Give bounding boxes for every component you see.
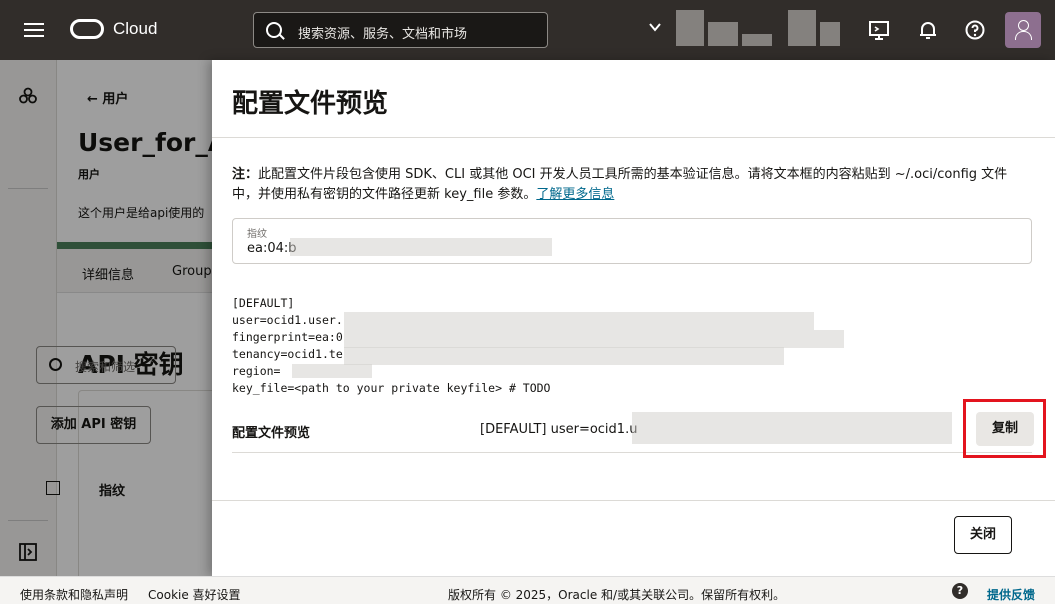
code-line: [DEFAULT] — [232, 296, 295, 310]
page-footer: 使用条款和隐私声明 Cookie 喜好设置 版权所有 © 2025，Oracle… — [0, 576, 1055, 604]
redacted-region — [788, 10, 816, 46]
highlight-box — [963, 399, 1046, 458]
brand-name: Cloud — [113, 19, 158, 38]
user-avatar[interactable] — [1005, 12, 1041, 48]
help-circle-icon[interactable]: ? — [952, 583, 968, 599]
config-note: 注：此配置文件片段包含使用 SDK、CLI 或其他 OCI 开发人员工具所需的基… — [232, 165, 1032, 205]
search-icon — [266, 22, 282, 38]
close-button[interactable]: 关闭 — [954, 516, 1012, 554]
redacted-region — [292, 364, 372, 378]
top-header: Cloud 搜索资源、服务、文档和市场 — [0, 0, 1055, 60]
code-line: region= — [232, 364, 281, 378]
cloud-shell-icon[interactable] — [868, 19, 890, 41]
oracle-logo[interactable] — [70, 19, 104, 39]
search-placeholder: 搜索资源、服务、文档和市场 — [298, 27, 468, 42]
chevron-down-icon[interactable] — [648, 20, 662, 34]
bell-icon[interactable] — [917, 19, 939, 41]
terms-link[interactable]: 使用条款和隐私声明 — [20, 586, 128, 603]
drawer-title: 配置文件预览 — [232, 89, 389, 119]
fingerprint-label: 指纹 — [247, 229, 267, 240]
preview-value: [DEFAULT] user=ocid1.u — [480, 422, 638, 437]
help-icon[interactable] — [964, 19, 986, 41]
modal-overlay[interactable] — [0, 60, 212, 576]
redacted-region — [344, 347, 784, 365]
preview-label: 配置文件预览 — [232, 426, 311, 441]
search-input[interactable]: 搜索资源、服务、文档和市场 — [253, 12, 548, 48]
redacted-region — [632, 412, 952, 444]
code-line: key_file=<path to your private keyfile> … — [232, 381, 551, 395]
menu-icon[interactable] — [24, 20, 44, 40]
redacted-region — [708, 22, 738, 46]
feedback-link[interactable]: 提供反馈 — [987, 586, 1035, 603]
redacted-region — [344, 330, 844, 348]
divider — [232, 452, 1032, 453]
config-preview-drawer: 配置文件预览 注：此配置文件片段包含使用 SDK、CLI 或其他 OCI 开发人… — [212, 60, 1055, 576]
copyright-text: 版权所有 © 2025，Oracle 和/或其关联公司。保留所有权利。 — [448, 588, 786, 602]
redacted-region — [344, 312, 814, 330]
redacted-region — [820, 22, 840, 46]
divider — [212, 500, 1055, 501]
note-prefix: 注： — [232, 167, 259, 182]
cookie-link[interactable]: Cookie 喜好设置 — [148, 586, 241, 603]
redacted-region — [290, 238, 552, 256]
note-text: 此配置文件片段包含使用 SDK、CLI 或其他 OCI 开发人员工具所需的基本验… — [232, 167, 1008, 202]
redacted-region — [676, 10, 704, 46]
divider — [212, 137, 1055, 138]
learn-more-link[interactable]: 了解更多信息 — [536, 187, 614, 202]
redacted-region — [742, 34, 772, 46]
